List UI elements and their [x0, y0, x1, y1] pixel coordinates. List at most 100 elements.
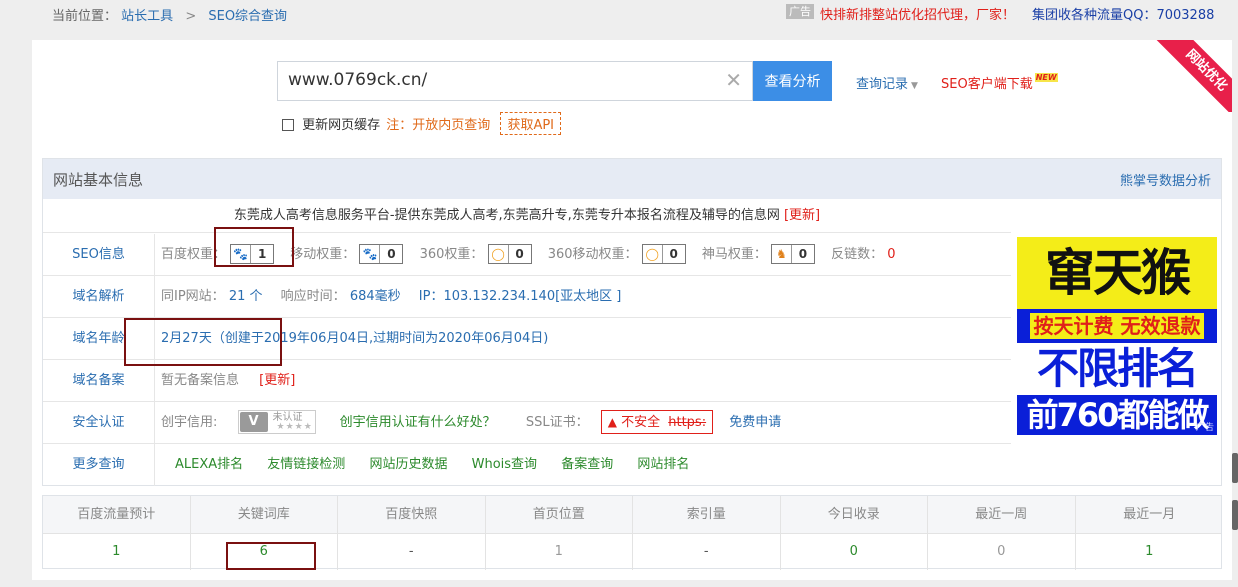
xiongzhang-analysis-link[interactable]: 熊掌号数据分析	[1120, 170, 1211, 189]
so360-weight-badge[interactable]: ◯ 0	[487, 243, 532, 264]
inner-page-note: 注：开放内页查询	[386, 118, 491, 133]
search-button[interactable]: 查看分析	[753, 61, 832, 101]
highlight-box-domain-age	[124, 318, 282, 366]
ribbon-label: 网站优化	[1156, 40, 1232, 112]
stats-header-cell: 百度快照	[338, 496, 486, 533]
more-query-label: 更多查询	[43, 444, 155, 486]
main-card: 网站优化 www.0769ck.cn/ ✕ 查看分析 查询记录 ▼ SEO客户端下…	[32, 40, 1232, 580]
chuangyu-label: 创宇信用:	[161, 415, 218, 430]
more-query-links: ALEXA排名 友情链接检测 网站历史数据 Whois查询 备案查询 网站排名	[175, 444, 709, 486]
site-title-text: 东莞成人高考信息服务平台-提供东莞成人高考,东莞高升专,东莞专升本报名流程及辅导…	[233, 208, 780, 223]
stats-header-cell: 关键词库	[191, 496, 338, 533]
highlight-box-keyword-count	[226, 542, 316, 570]
seo-client-label: SEO客户端下载	[941, 77, 1033, 92]
seo-info-row: SEO信息 百度权重： 🐾 1 移动权重： 🐾 0 360权重： ◯ 0 360移动权…	[43, 234, 1011, 276]
index-count-value: -	[633, 534, 781, 570]
breadcrumb-separator: >	[185, 9, 197, 24]
close-icon[interactable]: ✕	[725, 69, 742, 91]
ad-line-2-wrap: 按天计费 无效退款	[1017, 309, 1217, 343]
domain-icp-row: 域名备案 暂无备案信息 [更新]	[43, 360, 1011, 402]
baidu-traffic-value[interactable]: 1	[43, 534, 191, 570]
same-ip-count[interactable]: 21 个	[229, 289, 263, 304]
whois-link[interactable]: Whois查询	[472, 457, 537, 472]
last-month-value[interactable]: 1	[1076, 534, 1224, 570]
alexa-link[interactable]: ALEXA排名	[175, 457, 243, 472]
backlink-label: 反链数：	[831, 247, 884, 262]
side-ad-banner[interactable]: 窜天猴 按天计费 无效退款 不限排名 前760都能做 广告	[1017, 237, 1217, 435]
security-values: 创宇信用: V 未认证 ★★★★ 创宇信用认证有什么好处？ SSL证书： ▲ 不…	[161, 402, 781, 443]
seo-client-download-link[interactable]: SEO客户端下载 NEW	[941, 73, 1058, 92]
domain-dns-row: 域名解析 同IP网站： 21 个 响应时间： 684毫秒 IP：103.132.…	[43, 276, 1011, 318]
so360-weight-value: 0	[515, 246, 524, 261]
refresh-cache-checkbox[interactable]	[282, 118, 294, 131]
top-bar: 当前位置： 站长工具 > SEO综合查询 广告 快排新排整站优化招代理，厂家！ …	[0, 0, 1238, 28]
mobile-weight-badge[interactable]: 🐾 0	[359, 243, 404, 264]
last-week-value[interactable]: 0	[928, 534, 1076, 570]
same-ip-label: 同IP网站：	[161, 289, 225, 304]
so360-logo-icon: ◯	[489, 244, 509, 263]
corner-ribbon[interactable]: 网站优化	[1156, 40, 1232, 112]
traffic-stats-table: 百度流量预计 关键词库 百度快照 首页位置 索引量 今日收录 最近一周 最近一月…	[42, 495, 1224, 570]
site-title-update-link[interactable]: [更新]	[784, 208, 820, 223]
friend-link-check-link[interactable]: 友情链接检测	[267, 457, 345, 472]
chuangyu-v-icon: V	[239, 411, 268, 432]
ssl-status: 不安全	[621, 414, 661, 430]
homepage-position-value[interactable]: 1	[486, 534, 633, 570]
warning-icon: ▲	[607, 414, 617, 429]
domain-icp-label: 域名备案	[43, 360, 155, 401]
shenma-weight-badge[interactable]: ♞ 0	[770, 243, 815, 264]
caret-down-icon: ▼	[911, 81, 918, 91]
so360-mobile-weight-badge[interactable]: ◯ 0	[641, 243, 686, 264]
domain-icp-values: 暂无备案信息 [更新]	[161, 360, 295, 401]
stats-header-cell: 索引量	[633, 496, 781, 533]
so360-weight-label: 360权重：	[419, 247, 484, 262]
today-indexed-value[interactable]: 0	[781, 534, 928, 570]
icp-status: 暂无备案信息	[161, 373, 240, 388]
ad-line-2: 按天计费 无效退款	[1029, 313, 1205, 339]
search-input[interactable]: www.0769ck.cn/ ✕	[277, 61, 753, 101]
stats-header-cell: 最近一月	[1123, 507, 1176, 522]
get-api-button[interactable]: 获取API	[500, 112, 562, 135]
domain-dns-label: 域名解析	[43, 276, 155, 317]
shenma-weight-label: 神马权重：	[701, 247, 767, 262]
ssl-label: SSL证书：	[525, 415, 589, 430]
site-rank-link[interactable]: 网站排名	[637, 457, 689, 472]
ad-line-3: 不限排名	[1017, 343, 1217, 395]
ad-tag: 广告	[786, 4, 814, 19]
seo-info-label: SEO信息	[43, 234, 155, 275]
so360-logo-icon: ◯	[643, 244, 663, 263]
site-history-link[interactable]: 网站历史数据	[369, 457, 447, 472]
ad-mini-tag: 广告	[1195, 423, 1214, 433]
icp-update-link[interactable]: [更新]	[259, 373, 295, 388]
mobile-weight-value: 0	[387, 246, 396, 261]
more-query-row: 更多查询 ALEXA排名 友情链接检测 网站历史数据 Whois查询 备案查询 …	[43, 444, 1011, 486]
info-title: 网站基本信息	[53, 171, 144, 189]
search-input-value: www.0769ck.cn/	[288, 70, 428, 90]
top-qq-link[interactable]: 集团收各种流量QQ：7003288	[1032, 4, 1214, 23]
backlink-value[interactable]: 0	[887, 247, 895, 262]
ssl-badge[interactable]: ▲ 不安全 https:	[600, 409, 714, 434]
chuangyu-badge[interactable]: V 未认证 ★★★★	[237, 409, 316, 434]
breadcrumb-home-link[interactable]: 站长工具	[121, 9, 173, 24]
icp-query-link[interactable]: 备案查询	[561, 457, 613, 472]
response-time-label: 响应时间：	[280, 289, 346, 304]
chuangyu-benefit-link[interactable]: 创宇信用认证有什么好处？	[340, 415, 496, 430]
breadcrumb-current-link[interactable]: SEO综合查询	[208, 9, 287, 24]
mobile-weight-label: 移动权重：	[290, 247, 356, 262]
stats-header-row: 百度流量预计 关键词库 百度快照 首页位置 索引量 今日收录 最近一周 最近一月	[43, 496, 1221, 534]
ip-address-link[interactable]: IP：103.132.234.140[亚太地区 ]	[419, 289, 622, 304]
new-badge: NEW	[1034, 73, 1058, 82]
so360-mobile-weight-value: 0	[669, 246, 678, 261]
query-history-label: 查询记录	[856, 77, 909, 92]
query-history-dropdown[interactable]: 查询记录 ▼	[856, 73, 918, 92]
options-row: 更新网页缓存 注：开放内页查询 获取API	[282, 112, 562, 135]
stats-header-cell: 首页位置	[486, 496, 633, 533]
info-header: 网站基本信息 熊掌号数据分析	[43, 159, 1221, 199]
site-title-row: 东莞成人高考信息服务平台-提供东莞成人高考,东莞高升专,东莞专升本报名流程及辅导…	[43, 199, 1011, 233]
top-ad-link[interactable]: 快排新排整站优化招代理，厂家！	[820, 4, 1015, 23]
security-row: 安全认证 创宇信用: V 未认证 ★★★★ 创宇信用认证有什么好处？ SSL证书…	[43, 402, 1011, 444]
scrollbar-handle[interactable]	[1232, 453, 1238, 483]
scrollbar-handle[interactable]	[1232, 500, 1238, 530]
chuangyu-stars: ★★★★	[276, 421, 313, 432]
ssl-apply-link[interactable]: 免费申请	[729, 415, 781, 430]
